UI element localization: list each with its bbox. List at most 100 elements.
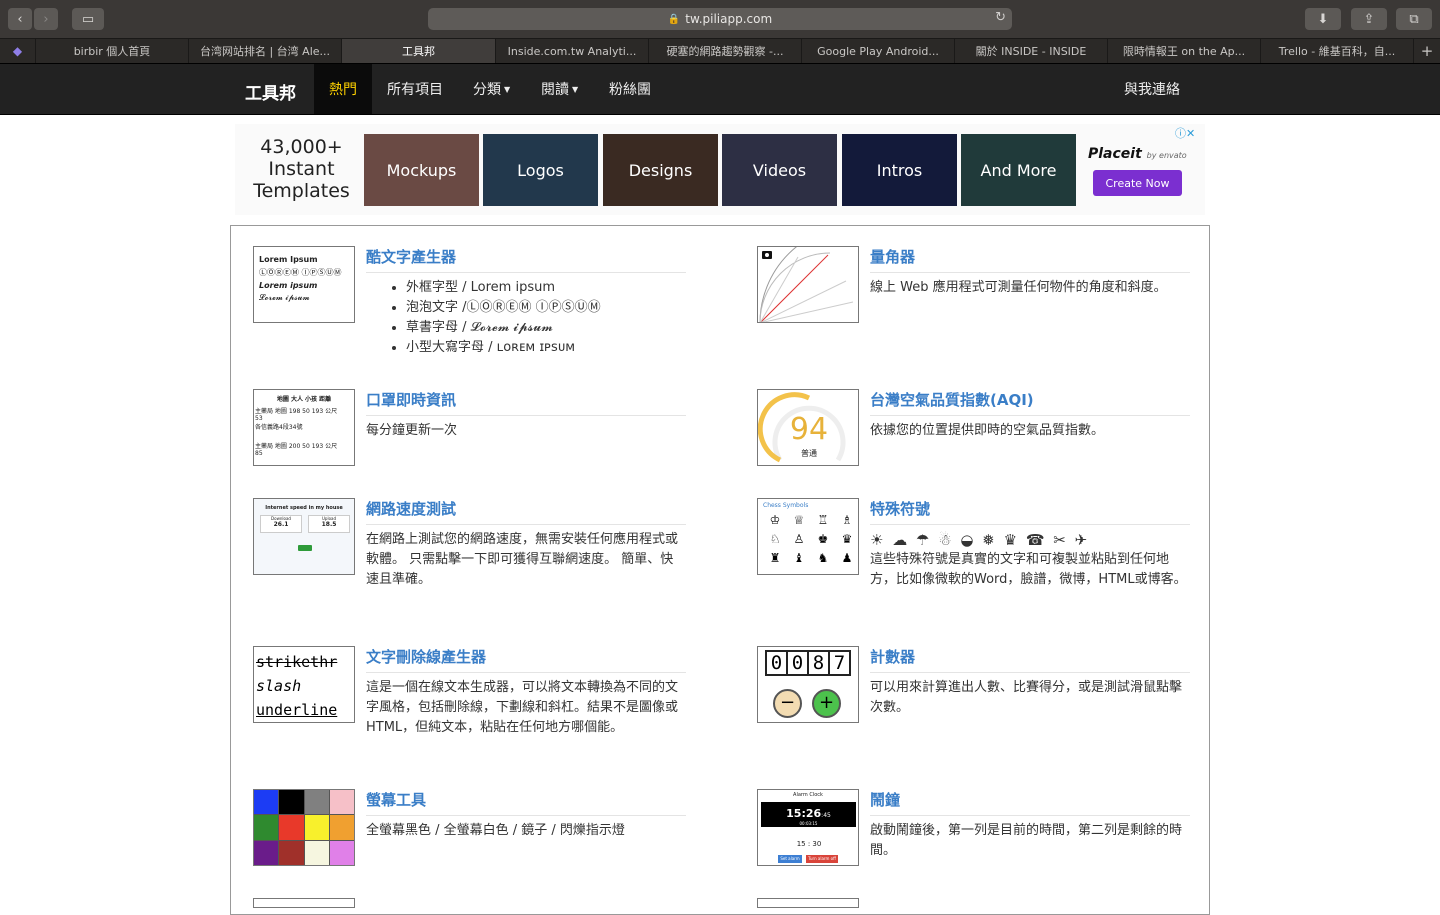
alarm-off-icon: Turn alarm off (806, 855, 838, 863)
nav-categories[interactable]: 分類 ▼ (473, 64, 510, 114)
plus-icon: + (812, 689, 841, 718)
ad-tile-videos[interactable]: Videos (722, 134, 837, 206)
tab-bar: ◆ birbir 個人首頁 台湾网站排名 | 台湾 Ale... 工具邦 Ins… (0, 38, 1440, 63)
tab-about-inside[interactable]: 關於 INSIDE - INSIDE (955, 39, 1108, 63)
browser-toolbar: ‹ › ▭ 🔒 tw.piliapp.com ↻ ⬇ ⇪ ⧉ (0, 0, 1440, 38)
tab-appstore[interactable]: 限時情報王 on the Ap... (1108, 39, 1261, 63)
site-brand[interactable]: 工具邦 (245, 79, 296, 104)
download-box: Download 26.1 (260, 515, 302, 533)
protractor-icon (759, 247, 854, 322)
nav-all-items[interactable]: 所有項目 (387, 64, 443, 114)
tool-title[interactable]: 螢幕工具 (366, 789, 686, 816)
ad-banner[interactable]: 43,000+ Instant Templates Mockups Logos … (235, 124, 1205, 215)
upload-box: Upload 18.5 (308, 515, 350, 533)
ad-tile-logos[interactable]: Logos (483, 134, 598, 206)
color-swatch (304, 815, 329, 840)
lock-icon: 🔒 (667, 13, 681, 25)
nav-hot[interactable]: 熱門 (314, 64, 372, 114)
tool-title[interactable]: 文字刪除線產生器 (366, 646, 686, 673)
thumb-mask-info[interactable]: 地圖 大人 小孩 距離 主藥局 地圖 198 50 193 公尺 53 各信義路… (253, 389, 355, 466)
tool-desc: ☀ ☁ ☂ ☃ ◒ ❅ ♛ ☎ ✂ ✈ 這些特殊符號是真實的文字和可複製並粘貼到… (870, 530, 1190, 590)
color-swatch (254, 815, 279, 840)
share-icon[interactable]: ⇪ (1351, 8, 1387, 30)
tab-inside-analytics[interactable]: Inside.com.tw Analyti... (496, 39, 649, 63)
reload-icon[interactable]: ↻ (995, 10, 1006, 25)
tab-trello[interactable]: Trello - 維基百科，自... (1261, 39, 1414, 63)
download-icon[interactable]: ⬇ (1305, 8, 1341, 30)
nav-contact[interactable]: 與我連絡 (1124, 64, 1180, 114)
tool-desc: 在網路上測試您的網路速度，無需安裝任何應用程式或軟體。 只需點擊一下即可獲得互聯… (366, 532, 679, 587)
pinned-tab[interactable]: ◆ (0, 39, 36, 63)
forward-button[interactable]: › (34, 8, 58, 30)
tab-birbir[interactable]: birbir 個人首頁 (36, 39, 189, 63)
tool-desc: 外框字型 / Lorem ipsum 泡泡文字 /ⓁⓄⓇⒺⓂ ⒾⓅⓈⓊⓂ 草書字… (366, 278, 686, 358)
color-swatch (254, 790, 279, 815)
ad-headline: 43,000+ Instant Templates (253, 136, 350, 202)
thumb-alarm-clock[interactable]: Alarm Clock 15:26:45 00:03:15 15 : 30 Se… (757, 789, 859, 866)
tab-google-play[interactable]: Google Play Android... (802, 39, 955, 63)
placeit-logo: Placeit by envato (1088, 146, 1187, 162)
set-alarm-icon: Set alarm (778, 855, 802, 863)
thumb-chess-symbols[interactable]: Chess Symbols ♔ ♕ ♖ ♗ ♘ ♙ ♚ ♛ ♜ ♝ ♞ ♟ (757, 498, 859, 575)
ad-tile-designs[interactable]: Designs (603, 134, 718, 206)
minus-icon: − (773, 689, 802, 718)
caret-down-icon: ▼ (504, 84, 511, 94)
symbol-preview: ☀ ☁ ☂ ☃ ◒ ❅ ♛ ☎ ✂ ✈ (870, 531, 1090, 549)
tabs-overview-icon[interactable]: ⧉ (1396, 8, 1432, 30)
tool-title[interactable]: 量角器 (870, 246, 1190, 273)
tool-desc: 依據您的位置提供即時的空氣品質指數。 (870, 423, 1105, 438)
color-swatch (279, 815, 304, 840)
color-swatch (329, 815, 354, 840)
tool-title[interactable]: 鬧鐘 (870, 789, 1190, 816)
thumb-protractor[interactable] (757, 246, 859, 323)
caret-down-icon: ▼ (572, 84, 579, 94)
color-swatch (279, 790, 304, 815)
tool-desc: 這是一個在線文本生成器，可以將文本轉換為不同的文字風格，包括刪除線，下劃線和斜杠… (366, 680, 679, 735)
tab-inside-trends[interactable]: 硬塞的網路趨勢觀察 -... (649, 39, 802, 63)
new-tab-button[interactable]: + (1414, 39, 1440, 63)
nav-fanpage[interactable]: 粉絲團 (609, 64, 651, 114)
color-swatch (329, 840, 354, 865)
tool-desc: 線上 Web 應用程式可測量任何物件的角度和斜度。 (870, 280, 1167, 295)
ad-tile-and-more[interactable]: And More (961, 134, 1076, 206)
alarm-display: 15:26:45 00:03:15 (761, 802, 856, 827)
sidebar-toggle-icon[interactable]: ▭ (72, 8, 104, 30)
thumb-counter[interactable]: 0 0 8 7 − + (757, 646, 859, 723)
ad-create-now-button[interactable]: Create Now (1093, 170, 1182, 196)
tool-title[interactable]: 台灣空氣品質指數(AQI) (870, 389, 1190, 416)
tool-desc: 每分鐘更新一次 (366, 423, 458, 438)
tool-desc: 可以用來計算進出人數、比賽得分，或是測試滑鼠點擊次數。 (870, 680, 1183, 715)
thumb-cool-text[interactable]: Lorem Ipsum ⓁⓄⓇⒺⓂ ⒾⓅⓈⓊⓂ Lorem ipsum 𝓛𝓸𝓻𝓮… (253, 246, 355, 323)
tab-piliapp[interactable]: 工具邦 (342, 39, 496, 63)
thumb-speed-test[interactable]: Internet speed in my house Download 26.1… (253, 498, 355, 575)
address-bar[interactable]: 🔒 tw.piliapp.com ↻ (428, 8, 1012, 30)
tool-desc: 全螢幕黑色 / 全螢幕白色 / 鏡子 / 閃爍指示燈 (366, 823, 625, 838)
tools-panel: Lorem Ipsum ⓁⓄⓇⒺⓂ ⒾⓅⓈⓊⓂ Lorem ipsum 𝓛𝓸𝓻𝓮… (230, 225, 1210, 915)
nav-reading[interactable]: 閱讀 ▼ (541, 64, 578, 114)
chess-grid: ♔ ♕ ♖ ♗ ♘ ♙ ♚ ♛ ♜ ♝ ♞ ♟ (769, 513, 853, 565)
site-navbar: 工具邦 熱門 所有項目 分類 ▼ 閱讀 ▼ 粉絲團 與我連絡 (0, 63, 1440, 115)
tool-title[interactable]: 酷文字產生器 (366, 246, 686, 273)
color-swatch (254, 840, 279, 865)
counter-digits: 0 0 8 7 (765, 650, 851, 676)
color-swatch (304, 790, 329, 815)
thumb-strikethrough[interactable]: strikethr slash underline (253, 646, 355, 723)
tool-title[interactable]: 特殊符號 (870, 498, 1190, 525)
color-swatch (279, 840, 304, 865)
tool-title[interactable]: 網路速度測試 (366, 498, 686, 525)
bookmark-icon: ◆ (12, 44, 23, 58)
thumb-screen-tools[interactable] (253, 789, 355, 866)
tool-title[interactable]: 口罩即時資訊 (366, 389, 686, 416)
back-button[interactable]: ‹ (8, 8, 32, 30)
ad-tile-mockups[interactable]: Mockups (364, 134, 479, 206)
start-icon (298, 545, 312, 551)
color-swatch (329, 790, 354, 815)
ad-tile-intros[interactable]: Intros (842, 134, 957, 206)
tab-alexa[interactable]: 台湾网站排名 | 台湾 Ale... (189, 39, 342, 63)
tool-title[interactable]: 計數器 (870, 646, 1190, 673)
url-text: tw.piliapp.com (685, 12, 773, 26)
ad-close-icon[interactable]: ⓘ✕ (1175, 125, 1195, 141)
thumb-aqi[interactable]: 94 普通 (757, 389, 859, 466)
tool-desc: 啟動鬧鐘後，第一列是目前的時間，第二列是剩餘的時間。 (870, 823, 1183, 858)
color-swatch (304, 840, 329, 865)
